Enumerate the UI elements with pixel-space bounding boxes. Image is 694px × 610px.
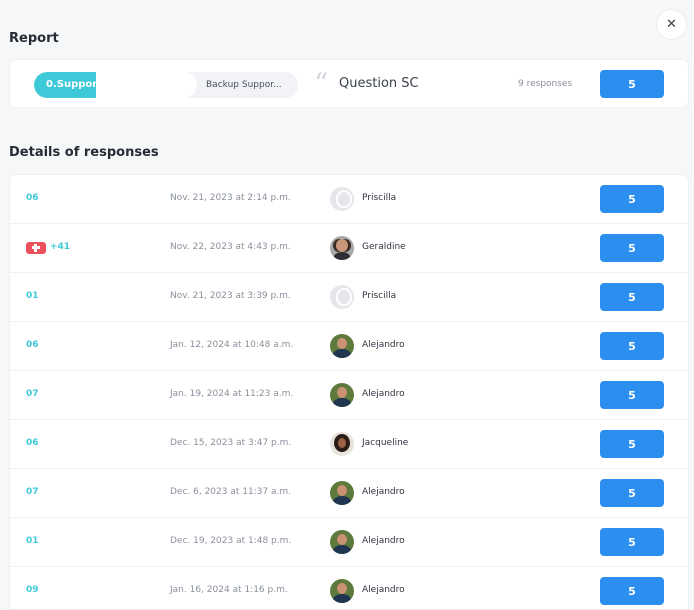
score-button[interactable]: 5 (600, 528, 664, 556)
avatar (330, 530, 354, 554)
response-id[interactable]: 06 (26, 193, 39, 203)
avatar (330, 432, 354, 456)
response-row[interactable]: 07 Dec. 6, 2023 at 11:37 a.m. Alejandro 5 (10, 469, 688, 518)
respondent-name: Alejandro (362, 536, 405, 546)
score-button[interactable]: 5 (600, 283, 664, 311)
avatar (330, 285, 354, 309)
response-row[interactable]: 01 Nov. 21, 2023 at 3:39 p.m. Priscilla 5 (10, 273, 688, 322)
score-button[interactable]: 5 (600, 381, 664, 409)
response-date: Dec. 19, 2023 at 1:48 p.m. (170, 536, 292, 546)
respondent-name: Alejandro (362, 585, 405, 595)
details-title: Details of responses (9, 145, 159, 160)
page-title: Report (9, 31, 59, 46)
responses-count: 9 responses (518, 79, 573, 89)
response-date: Jan. 12, 2024 at 10:48 a.m. (170, 340, 294, 350)
swiss-flag-icon (26, 242, 46, 254)
response-id[interactable]: 06 (26, 340, 39, 350)
summary-score-button[interactable]: 5 (600, 70, 664, 98)
support-progress-bar: 0.Support Backup Suppor... (34, 72, 298, 98)
respondent-name: Jacqueline (362, 438, 409, 448)
response-id[interactable]: +41 (50, 242, 70, 252)
score-button[interactable]: 5 (600, 479, 664, 507)
response-date: Dec. 6, 2023 at 11:37 a.m. (170, 487, 292, 497)
response-row[interactable]: 07 Jan. 19, 2024 at 11:23 a.m. Alejandro 5 (10, 371, 688, 420)
score-button[interactable]: 5 (600, 332, 664, 360)
response-id[interactable]: 01 (26, 536, 39, 546)
response-row[interactable]: 06 Dec. 15, 2023 at 3:47 p.m. Jacqueline 5 (10, 420, 688, 469)
response-date: Dec. 15, 2023 at 3:47 p.m. (170, 438, 292, 448)
response-date: Jan. 19, 2024 at 11:23 a.m. (170, 389, 294, 399)
avatar (330, 481, 354, 505)
respondent-name: Priscilla (362, 291, 397, 301)
responses-list: 06 Nov. 21, 2023 at 2:14 p.m. Priscilla 5 +4… (9, 174, 689, 610)
question-label: Question SC (339, 76, 419, 91)
avatar (330, 383, 354, 407)
close-button[interactable]: ✕ (656, 9, 687, 40)
response-date: Nov. 21, 2023 at 2:14 p.m. (170, 193, 291, 203)
score-button[interactable]: 5 (600, 577, 664, 605)
avatar (330, 334, 354, 358)
response-row[interactable]: 09 Jan. 16, 2024 at 1:16 p.m. Alejandro 5 (10, 567, 688, 609)
response-id[interactable]: 01 (26, 291, 39, 301)
progress-secondary-label: Backup Suppor... (206, 80, 282, 90)
score-button[interactable]: 5 (600, 185, 664, 213)
response-date: Nov. 22, 2023 at 4:43 p.m. (170, 242, 291, 252)
response-id[interactable]: 09 (26, 585, 39, 595)
respondent-name: Alejandro (362, 389, 405, 399)
quote-icon: “ (314, 67, 329, 100)
response-id[interactable]: 07 (26, 389, 39, 399)
progress-label: 0.Support (34, 72, 102, 98)
avatar (330, 187, 354, 211)
respondent-name: Alejandro (362, 340, 405, 350)
respondent-name: Geraldine (362, 242, 406, 252)
response-row[interactable]: +41 Nov. 22, 2023 at 4:43 p.m. Geraldine 5 (10, 224, 688, 273)
score-button[interactable]: 5 (600, 234, 664, 262)
report-summary-card: 0.Support Backup Suppor... “ Question SC… (9, 59, 689, 108)
response-id[interactable]: 06 (26, 438, 39, 448)
response-row[interactable]: 06 Nov. 21, 2023 at 2:14 p.m. Priscilla 5 (10, 175, 688, 224)
response-id[interactable]: 07 (26, 487, 39, 497)
response-date: Jan. 16, 2024 at 1:16 p.m. (170, 585, 288, 595)
response-row[interactable]: 01 Dec. 19, 2023 at 1:48 p.m. Alejandro 5 (10, 518, 688, 567)
response-row[interactable]: 06 Jan. 12, 2024 at 10:48 a.m. Alejandro 5 (10, 322, 688, 371)
response-date: Nov. 21, 2023 at 3:39 p.m. (170, 291, 291, 301)
close-icon: ✕ (666, 17, 677, 32)
avatar (330, 236, 354, 260)
avatar (330, 579, 354, 603)
respondent-name: Alejandro (362, 487, 405, 497)
respondent-name: Priscilla (362, 193, 397, 203)
score-button[interactable]: 5 (600, 430, 664, 458)
